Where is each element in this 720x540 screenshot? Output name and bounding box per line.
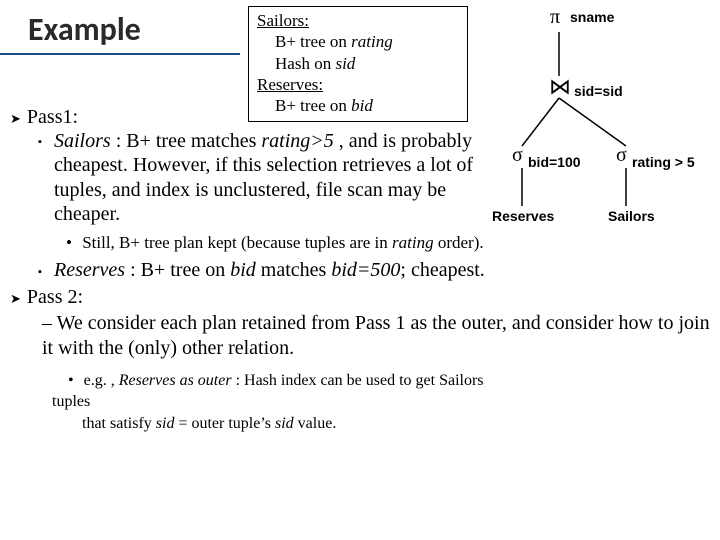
eg-sid2: sid	[275, 415, 294, 432]
sailors-heading: Sailors:	[257, 11, 309, 30]
pass2-body: – We consider each plan retained from Pa…	[42, 311, 710, 362]
sailors-name: Sailors	[54, 130, 111, 152]
pass2-example-line: e.g. , Reserves as outer : Hash index ca…	[68, 370, 710, 392]
pass1-sailors-block: Sailors : B+ tree matches rating>5 , and…	[54, 129, 492, 227]
reserves-cond: bid=500	[331, 259, 400, 281]
reserves-text-d: matches	[256, 259, 332, 281]
eg-a: e.g. ,	[84, 372, 119, 389]
eg-cond-a: that satisfy	[82, 415, 156, 432]
slide-title: Example	[0, 10, 240, 55]
join-operator-icon: ⋈	[549, 74, 571, 100]
sailors-text1: : B+ tree matches	[111, 130, 262, 152]
eg-reserves-outer: Reserves as outer	[119, 372, 232, 389]
project-operator-icon: π	[550, 6, 560, 29]
pass2-text: We consider each plan retained from Pass…	[42, 312, 710, 360]
sailors-btree-key: rating	[351, 32, 393, 51]
sailors-cond: rating>5	[261, 130, 333, 152]
project-attr: sname	[570, 9, 614, 25]
eg-sid1: sid	[156, 415, 175, 432]
sailors-hash-key: sid	[335, 54, 355, 73]
reserves-bid: bid	[230, 259, 256, 281]
reserves-text-b: : B+ tree on	[125, 259, 230, 281]
body-content: Pass1: Sailors : B+ tree matches rating>…	[10, 106, 710, 435]
pass2-example-cond: that satisfy sid = outer tuple’s sid val…	[82, 413, 710, 435]
pass1-heading: Pass1:	[10, 106, 710, 129]
index-info-box: Sailors: B+ tree on rating Hash on sid R…	[248, 6, 468, 122]
eg-cond-c: = outer tuple’s	[174, 415, 275, 432]
reserves-name: Reserves	[54, 259, 125, 281]
pass2-example-tuples: tuples	[52, 391, 710, 413]
pass1-still-line: Still, B+ tree plan kept (because tuples…	[66, 233, 710, 253]
still-text-a: Still, B+ tree plan kept (because tuples…	[82, 233, 392, 252]
still-text-c: order).	[434, 233, 484, 252]
join-condition: sid=sid	[574, 83, 623, 99]
eg-cond-e: value.	[294, 415, 337, 432]
pass2-heading: Pass 2:	[10, 286, 710, 309]
reserves-heading: Reserves:	[257, 75, 323, 94]
pass2-dash: –	[42, 312, 57, 334]
still-rating: rating	[392, 233, 434, 252]
reserves-text-f: ; cheapest.	[400, 259, 484, 281]
sailors-btree: B+ tree on	[275, 32, 351, 51]
sailors-hash: Hash on	[275, 54, 335, 73]
eg-c: : Hash index can be used to get Sailors	[232, 372, 484, 389]
pass1-reserves-line: Reserves : B+ tree on bid matches bid=50…	[54, 259, 710, 282]
